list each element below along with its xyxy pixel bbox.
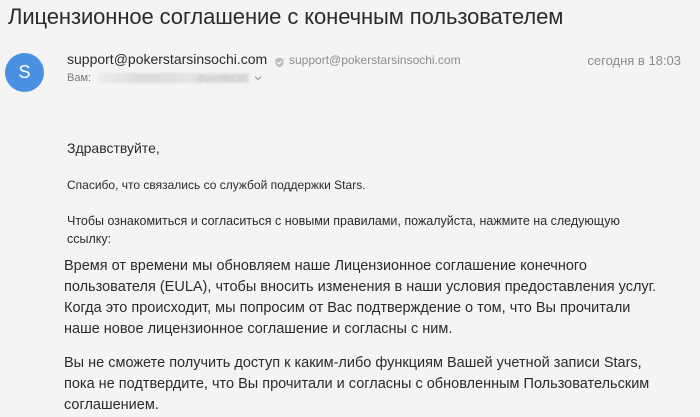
- access-paragraph: Вы не сможете получить доступ к каким-ли…: [64, 355, 650, 413]
- recipient-row[interactable]: Вам: @yandex.ru: [67, 72, 263, 84]
- verified-badge-icon: [274, 55, 285, 67]
- email-date: сегодня в 18:03: [587, 53, 681, 68]
- email-view: Лицензионное соглашение с конечным польз…: [0, 0, 700, 417]
- greeting-text: Здравствуйте,: [67, 140, 160, 156]
- recipient-redacted: @yandex.ru: [99, 73, 250, 83]
- sender-avatar[interactable]: S: [5, 53, 44, 92]
- recipient-label: Вам:: [67, 72, 92, 84]
- avatar-letter: S: [18, 62, 31, 82]
- eula-paragraph: Время от времени мы обновляем наше Лицен…: [64, 258, 657, 337]
- chevron-down-icon[interactable]: [253, 73, 263, 83]
- sender-email: support@pokerstarsinsochi.com: [289, 53, 461, 67]
- instructions-text: Чтобы ознакомиться и согласиться с новым…: [67, 214, 620, 246]
- sender-name[interactable]: support@pokerstarsinsochi.com: [67, 51, 267, 67]
- sender-email-row[interactable]: support@pokerstarsinsochi.com: [274, 53, 461, 67]
- email-subject: Лицензионное соглашение с конечным польз…: [8, 4, 564, 29]
- thanks-text: Спасибо, что связались со службой поддер…: [67, 178, 366, 192]
